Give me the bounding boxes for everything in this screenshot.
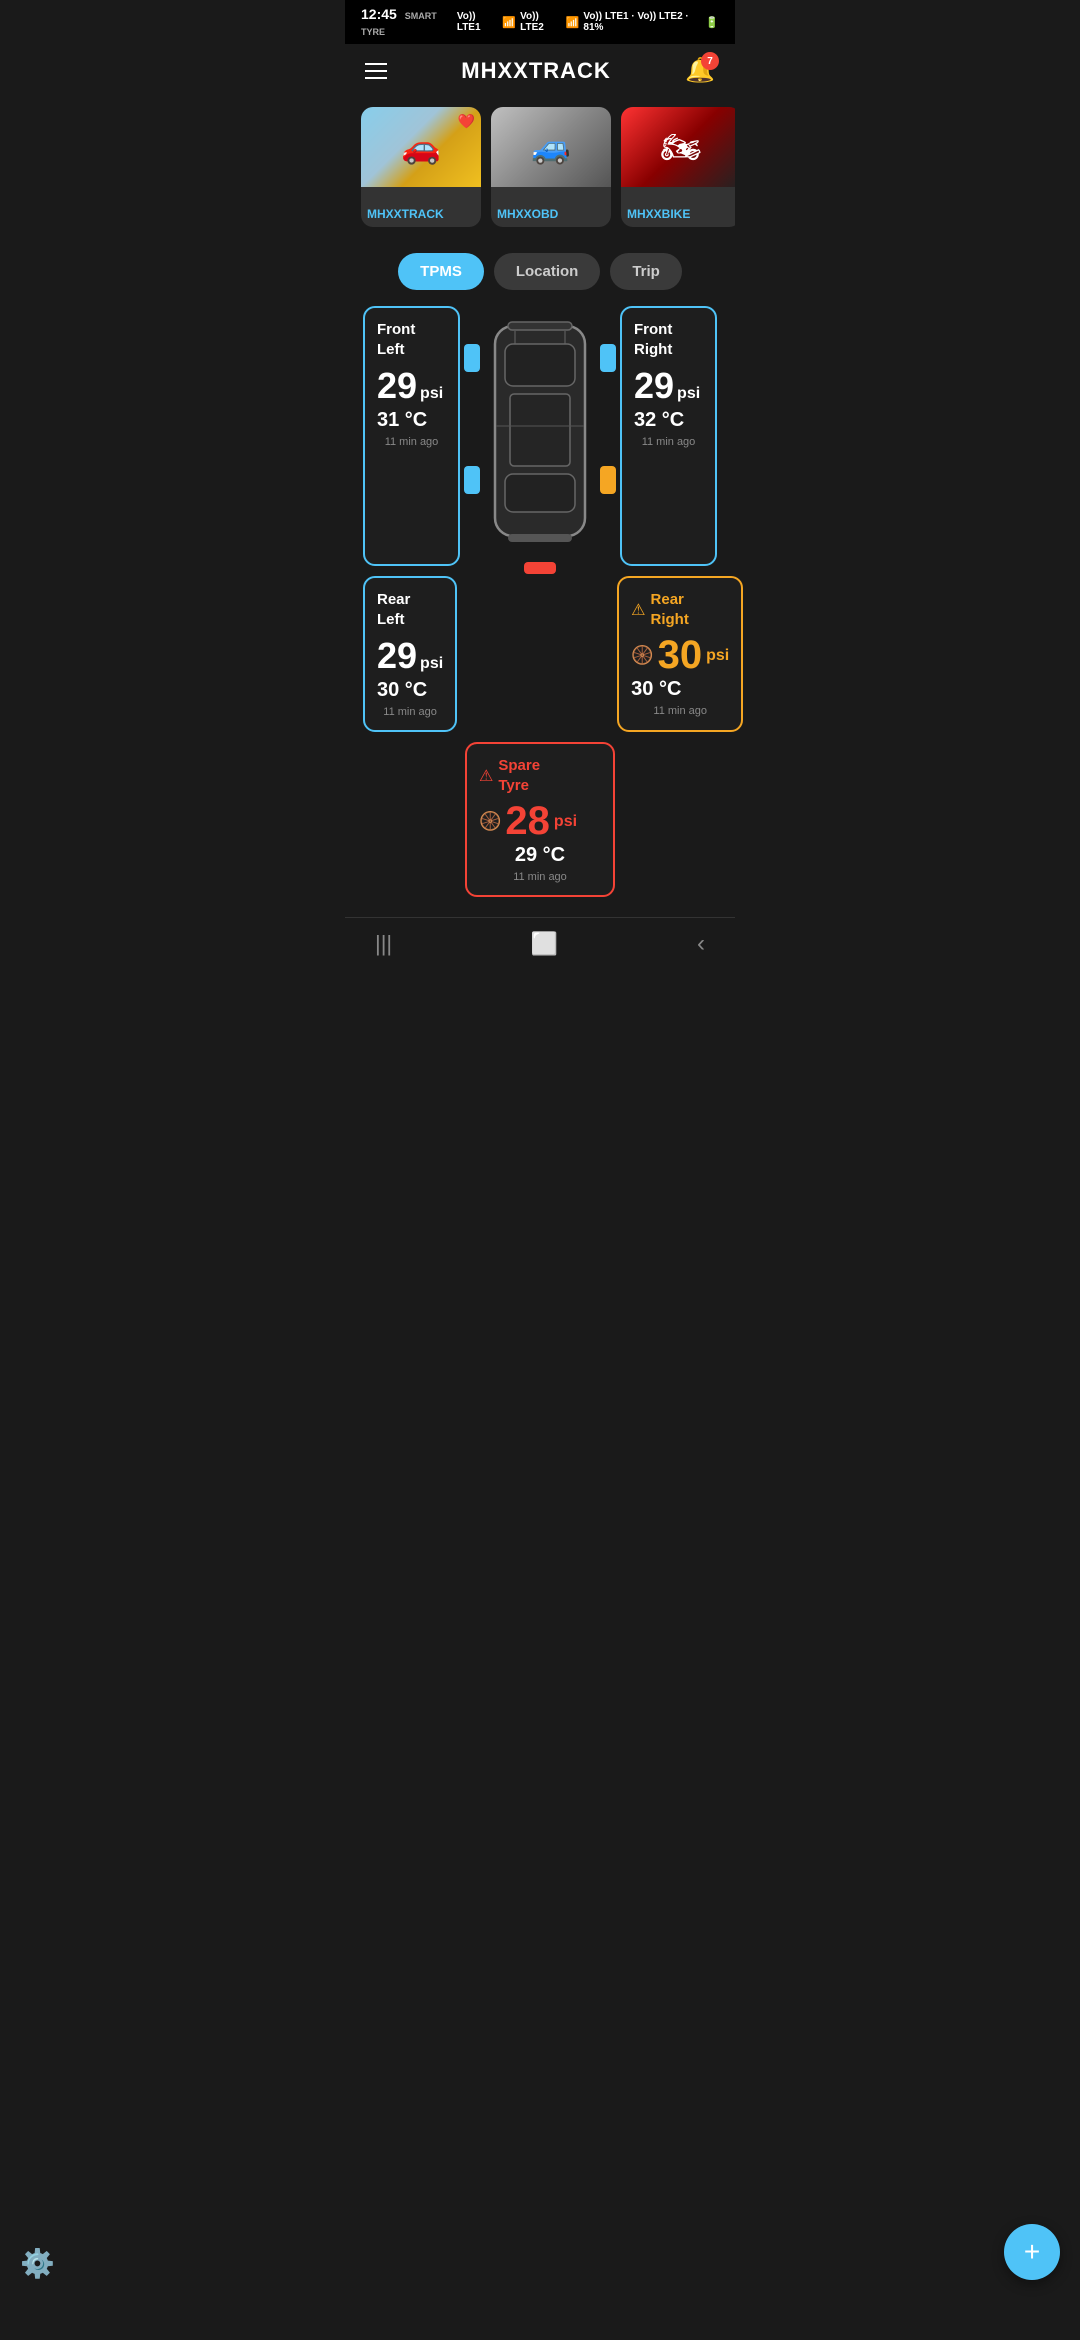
tire-indicator-fl: [464, 344, 480, 372]
tire-spare-warning-header: ⚠ SpareTyre: [479, 756, 601, 795]
tire-spare-temp: 29 °C: [479, 844, 601, 867]
warning-triangle-icon-spare: ⚠: [479, 766, 493, 786]
tire-front-right-unit: psi: [677, 385, 700, 403]
tire-rear-right-time: 11 min ago: [631, 705, 729, 717]
tire-spare-psi-row: 🛞 28 psi: [479, 799, 601, 844]
status-time: 12:45 SMART TYRE: [361, 6, 457, 38]
vehicle-name-mhxxbike: MHXXBIKE: [627, 207, 690, 221]
tire-rear-right-psi: 30: [658, 633, 703, 678]
tire-rear-left-psi: 29: [377, 635, 417, 677]
vehicle-name-mhxxobd: MHXXOBD: [497, 207, 558, 221]
tire-front-right-psi-row: 29 psi: [634, 365, 703, 407]
tire-rear-left-temp: 30 °C: [377, 679, 443, 702]
vehicle-carousel: 🚗 ❤️ MHXXTRACK 🚙 MHXXOBD 🏍 MHXXBIKE: [345, 97, 735, 237]
tab-trip[interactable]: Trip: [610, 253, 682, 290]
car-outline-svg: [470, 306, 610, 566]
tire-rear-left-position: RearLeft: [377, 590, 443, 629]
tire-indicator-fr: [600, 344, 616, 372]
tire-tread-icon-rr: 🛞: [631, 645, 653, 666]
bottom-navigation: ||| ⬜ ‹: [345, 917, 735, 970]
tab-location[interactable]: Location: [494, 253, 601, 290]
tire-rear-right: ⚠ RearRight 🛞 30 psi 30 °C 11 min ago: [617, 576, 743, 732]
tire-rear-right-temp: 30 °C: [631, 678, 729, 701]
tire-front-right: FrontRight 29 psi 32 °C 11 min ago: [620, 306, 717, 566]
app-title: MHXXTRACK: [461, 58, 611, 84]
tire-rear-left: RearLeft 29 psi 30 °C 11 min ago: [363, 576, 457, 732]
tire-front-left-time: 11 min ago: [377, 436, 446, 448]
tire-indicator-spare: [524, 562, 556, 574]
tab-tpms[interactable]: TPMS: [398, 253, 484, 290]
nav-menu-button[interactable]: |||: [375, 931, 392, 957]
tire-front-right-position: FrontRight: [634, 320, 703, 359]
tire-indicator-rr: [600, 466, 616, 494]
notification-badge: 7: [701, 52, 719, 70]
heart-icon: ❤️: [458, 113, 475, 130]
car-diagram: [470, 306, 610, 566]
tab-bar: TPMS Location Trip: [345, 237, 735, 306]
tire-front-left-psi-row: 29 psi: [377, 365, 446, 407]
tire-rear-right-position: RearRight: [651, 590, 689, 629]
status-icons: Vo)) LTE1 📶 Vo)) LTE2 📶 Vo)) LTE1 · Vo))…: [457, 11, 719, 33]
tire-spare-unit: psi: [554, 813, 577, 831]
tire-spare-position: SpareTyre: [498, 756, 540, 795]
header: MHXXTRACK 🔔 7: [345, 44, 735, 97]
tpms-section: FrontLeft 29 psi 31 °C 11 min ago: [345, 306, 735, 917]
tire-rear-right-warning-header: ⚠ RearRight: [631, 590, 729, 629]
tire-rear-left-psi-row: 29 psi: [377, 635, 443, 677]
tire-spare: ⚠ SpareTyre 🛞 28 psi 29 °C 11 min ago: [465, 742, 615, 897]
tire-rear-right-unit: psi: [706, 647, 729, 665]
car-svg: [470, 306, 610, 566]
fab-plus-icon: +: [1024, 2236, 1040, 2268]
vehicle-image-mhxxbike: 🏍: [621, 107, 735, 187]
vehicle-name-mhxxtrack: MHXXTRACK: [367, 207, 444, 221]
rear-row: RearLeft 29 psi 30 °C 11 min ago ⚠ RearR…: [363, 576, 717, 732]
spare-row: ⚠ SpareTyre 🛞 28 psi 29 °C 11 min ago: [363, 742, 717, 897]
nav-home-button[interactable]: ⬜: [531, 931, 558, 957]
engine-icon: ⚙️: [20, 2248, 55, 2279]
tire-front-right-psi: 29: [634, 365, 674, 407]
tire-front-left-position: FrontLeft: [377, 320, 446, 359]
nav-back-button[interactable]: ‹: [697, 930, 705, 958]
car-spacer: [467, 576, 607, 732]
tire-front-left-temp: 31 °C: [377, 409, 446, 432]
hamburger-menu[interactable]: [365, 63, 387, 79]
vehicle-card-mhxxtrack[interactable]: 🚗 ❤️ MHXXTRACK: [361, 107, 481, 227]
front-row: FrontLeft 29 psi 31 °C 11 min ago: [363, 306, 717, 566]
tire-rear-right-psi-row: 🛞 30 psi: [631, 633, 729, 678]
vehicle-image-mhxxobd: 🚙: [491, 107, 611, 187]
tire-rear-left-time: 11 min ago: [377, 706, 443, 718]
tire-front-left: FrontLeft 29 psi 31 °C 11 min ago: [363, 306, 460, 566]
tire-spare-psi: 28: [505, 799, 550, 844]
status-bar: 12:45 SMART TYRE Vo)) LTE1 📶 Vo)) LTE2 📶…: [345, 0, 735, 44]
notification-button[interactable]: 🔔 7: [685, 56, 715, 85]
tire-spare-time: 11 min ago: [479, 871, 601, 883]
fab-add-button[interactable]: +: [1004, 2224, 1060, 2280]
tire-tread-icon-spare: 🛞: [479, 811, 501, 832]
engine-icon-button[interactable]: ⚙️: [20, 2247, 55, 2280]
tire-front-right-time: 11 min ago: [634, 436, 703, 448]
warning-triangle-icon: ⚠: [631, 600, 645, 620]
tire-rear-left-unit: psi: [420, 655, 443, 673]
tire-front-left-psi: 29: [377, 365, 417, 407]
tire-indicator-rl: [464, 466, 480, 494]
vehicle-card-mhxxbike[interactable]: 🏍 MHXXBIKE: [621, 107, 735, 227]
vehicle-card-mhxxobd[interactable]: 🚙 MHXXOBD: [491, 107, 611, 227]
tire-front-left-unit: psi: [420, 385, 443, 403]
tire-front-right-temp: 32 °C: [634, 409, 703, 432]
